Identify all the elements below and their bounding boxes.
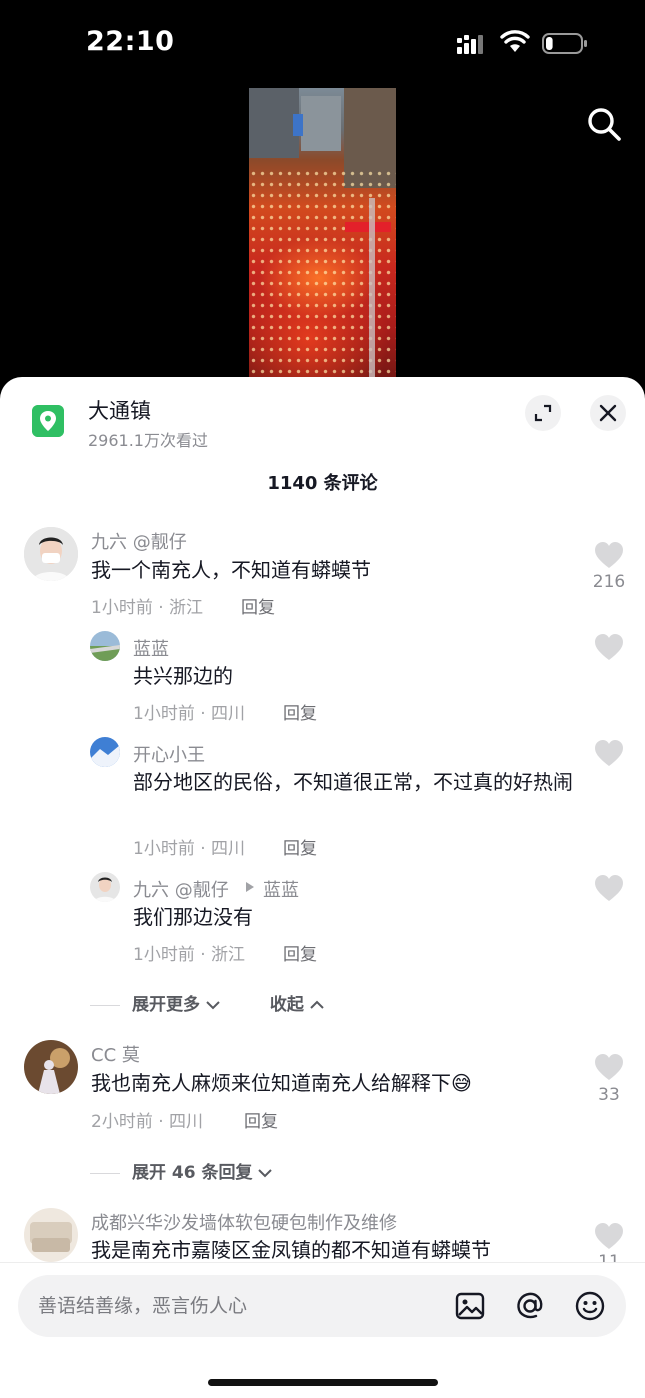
comment-text: 我也南充人麻烦来位知道南充人给解释下😅 bbox=[91, 1069, 561, 1098]
close-icon bbox=[599, 404, 617, 422]
wifi-icon bbox=[500, 30, 530, 52]
expand-more-button[interactable]: 展开更多 bbox=[132, 995, 220, 1015]
emoji-icon[interactable] bbox=[574, 1290, 606, 1322]
search-icon[interactable] bbox=[584, 104, 624, 144]
reply-meta: 1小时前 · 浙江 bbox=[133, 945, 246, 965]
avatar[interactable] bbox=[24, 527, 78, 581]
video-player[interactable] bbox=[249, 88, 396, 388]
reply-text: 共兴那边的 bbox=[133, 664, 233, 688]
home-indicator[interactable] bbox=[208, 1379, 438, 1386]
chevron-down-icon bbox=[206, 1001, 220, 1010]
heart-icon[interactable] bbox=[594, 874, 624, 902]
reply-author[interactable]: 九六 @靓仔 bbox=[133, 876, 229, 902]
video-frame-detail bbox=[249, 88, 299, 158]
heart-icon[interactable] bbox=[594, 1053, 624, 1081]
emoji: 😅 bbox=[451, 1071, 472, 1095]
cellular-signal-icon bbox=[457, 35, 483, 54]
divider bbox=[90, 1004, 120, 1006]
image-icon[interactable] bbox=[454, 1290, 486, 1322]
video-frame-detail bbox=[301, 96, 341, 151]
comment-text: 我一个南充人，不知道有蟒蟆节 bbox=[91, 558, 371, 582]
comment-meta: 1小时前 · 浙江 bbox=[91, 598, 204, 618]
expand-replies-label: 展开 46 条回复 bbox=[132, 1163, 253, 1183]
video-frame-detail bbox=[345, 222, 391, 232]
location-views: 2961.1万次看过 bbox=[88, 431, 208, 450]
reply-button[interactable]: 回复 bbox=[283, 834, 317, 859]
status-bar: 22:10 bbox=[0, 0, 645, 88]
at-icon[interactable] bbox=[514, 1290, 546, 1322]
divider bbox=[90, 1172, 120, 1174]
comment-count: 1140 条评论 bbox=[267, 473, 378, 494]
status-time: 22:10 bbox=[86, 26, 175, 57]
collapse-label: 收起 bbox=[269, 995, 304, 1015]
avatar[interactable] bbox=[24, 1040, 78, 1094]
chevron-up-icon bbox=[310, 1000, 324, 1009]
avatar[interactable] bbox=[24, 1208, 78, 1262]
heart-icon[interactable] bbox=[594, 541, 624, 569]
heart-icon[interactable] bbox=[594, 1222, 624, 1250]
battery-icon bbox=[542, 33, 587, 54]
expand-button[interactable] bbox=[525, 395, 561, 431]
heart-icon[interactable] bbox=[594, 633, 624, 661]
comment-meta: 2小时前 · 四川 bbox=[91, 1112, 204, 1132]
like-count: 216 bbox=[592, 572, 626, 592]
avatar[interactable] bbox=[90, 872, 120, 902]
comment-author[interactable]: 九六 @靓仔 bbox=[91, 528, 187, 554]
reply-button[interactable]: 回复 bbox=[283, 699, 317, 724]
reply-text: 我们那边没有 bbox=[133, 905, 253, 929]
comment-input-bar bbox=[0, 1262, 645, 1398]
reply-button[interactable]: 回复 bbox=[241, 593, 275, 618]
comment-text-body: 我也南充人麻烦来位知道南充人给解释下 bbox=[91, 1071, 451, 1095]
comment-author[interactable]: CC 莫 bbox=[91, 1041, 140, 1067]
expand-more-label: 展开更多 bbox=[132, 995, 200, 1015]
thread-controls: 展开更多 收起 bbox=[90, 990, 324, 1015]
reply-author[interactable]: 蓝蓝 bbox=[133, 635, 169, 661]
location-title[interactable]: 大通镇 bbox=[88, 395, 151, 425]
reply-arrow-icon bbox=[246, 882, 254, 892]
expand-replies-button[interactable]: 展开 46 条回复 bbox=[90, 1158, 273, 1183]
reply-meta: 1小时前 · 四川 bbox=[133, 704, 246, 724]
comment-input[interactable] bbox=[38, 1275, 438, 1337]
reply-meta: 1小时前 · 四川 bbox=[133, 839, 246, 859]
heart-icon[interactable] bbox=[594, 739, 624, 767]
chevron-down-icon bbox=[258, 1169, 273, 1178]
reply-text: 部分地区的民俗，不知道很正常，不过真的好热闹 bbox=[133, 770, 573, 794]
avatar[interactable] bbox=[90, 737, 120, 767]
reply-button[interactable]: 回复 bbox=[244, 1107, 278, 1132]
comment-author[interactable]: 成都兴华沙发墙体软包硬包制作及维修 bbox=[91, 1209, 397, 1235]
video-frame-detail bbox=[369, 198, 375, 388]
avatar[interactable] bbox=[90, 631, 120, 661]
like-count: 33 bbox=[598, 1085, 620, 1105]
comment-input-container bbox=[18, 1275, 626, 1337]
reply-to-user[interactable]: 蓝蓝 bbox=[263, 876, 299, 902]
location-pin-icon bbox=[32, 405, 64, 437]
close-button[interactable] bbox=[590, 395, 626, 431]
reply-button[interactable]: 回复 bbox=[283, 940, 317, 965]
comment-text: 我是南充市嘉陵区金凤镇的都不知道有蟒蟆节 bbox=[91, 1238, 491, 1262]
expand-icon bbox=[534, 404, 552, 422]
reply-author[interactable]: 开心小王 bbox=[133, 741, 205, 767]
video-frame-detail bbox=[293, 114, 303, 136]
collapse-button[interactable]: 收起 bbox=[270, 995, 324, 1015]
